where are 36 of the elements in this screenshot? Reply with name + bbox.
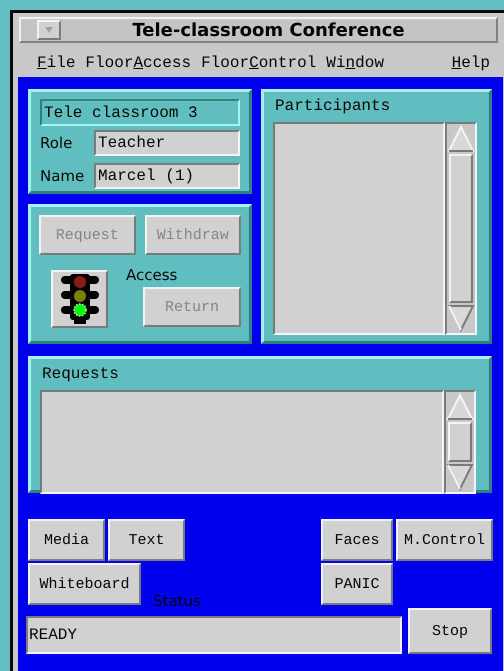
- button[interactable]: Stop: [408, 608, 492, 654]
- menu-item[interactable]: Help: [452, 51, 490, 75]
- panel-title: Participants: [274, 96, 392, 117]
- button[interactable]: Media: [28, 519, 105, 561]
- menu-item[interactable]: FloorAccess: [85, 51, 192, 75]
- button[interactable]: Text: [108, 519, 185, 561]
- scroll-down-button[interactable]: [447, 303, 475, 333]
- scroll-down-button[interactable]: [446, 462, 474, 492]
- caret-icon: [45, 27, 53, 33]
- status-label: Status: [153, 594, 201, 609]
- text-field[interactable]: Teacher: [94, 130, 240, 156]
- button[interactable]: Whiteboard: [28, 563, 141, 605]
- requests-list[interactable]: [40, 390, 444, 494]
- menu-item[interactable]: File: [37, 51, 76, 75]
- scroll-thumb[interactable]: [448, 422, 472, 462]
- window-title: Tele-classroom Conference: [131, 18, 406, 42]
- field-label: Name: [40, 166, 86, 186]
- menu-item[interactable]: Window: [326, 51, 384, 75]
- status-field: READY: [26, 616, 402, 654]
- room-name: Tele classroom 3: [40, 99, 240, 126]
- traffic-light-button[interactable]: [51, 270, 108, 328]
- window-menu-button[interactable]: [37, 20, 61, 40]
- access-label: Access: [126, 268, 178, 283]
- button[interactable]: M.Control: [396, 519, 493, 561]
- scroll-up-button[interactable]: [447, 124, 475, 154]
- scroll-thumb[interactable]: [449, 154, 473, 303]
- field-label: Role: [40, 133, 74, 154]
- participants-list[interactable]: [273, 122, 445, 335]
- button[interactable]: PANIC: [321, 563, 393, 605]
- menu-item[interactable]: FloorControl: [201, 51, 316, 75]
- panel-title: Requests: [41, 364, 120, 385]
- scrollbar[interactable]: [445, 122, 477, 335]
- scroll-up-button[interactable]: [446, 392, 474, 422]
- scrollbar[interactable]: [444, 390, 476, 494]
- button[interactable]: Faces: [321, 519, 393, 561]
- text-field[interactable]: Marcel (1): [94, 162, 240, 189]
